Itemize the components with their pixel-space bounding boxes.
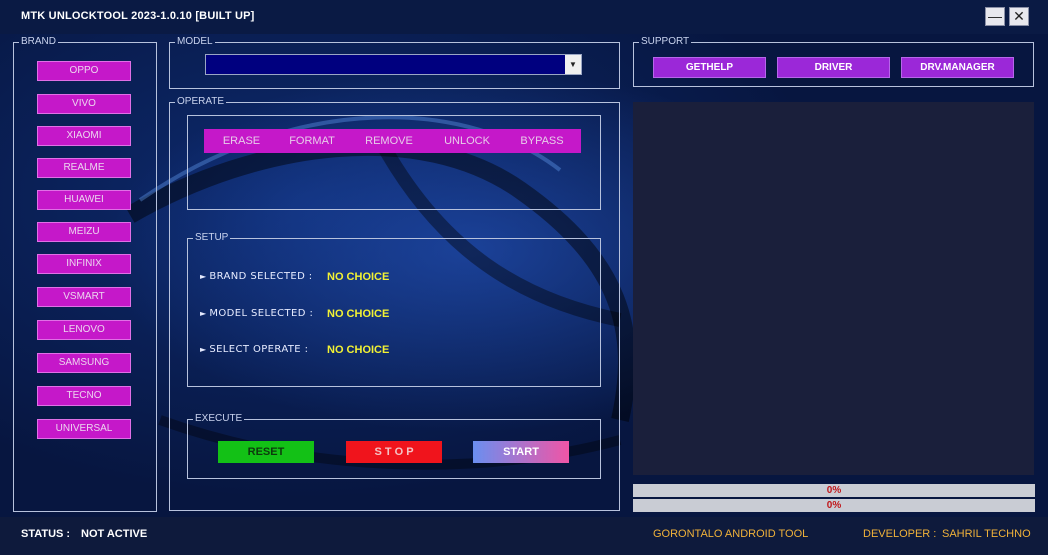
- model-legend: MODEL: [177, 36, 213, 47]
- brand-button-tecno[interactable]: TECNO: [37, 386, 131, 406]
- driver-button[interactable]: DRIVER: [777, 57, 890, 78]
- setup-value: NO CHOICE: [327, 344, 390, 356]
- brand-button-vivo[interactable]: VIVO: [37, 94, 131, 114]
- chevron-down-icon[interactable]: ▼: [565, 55, 581, 74]
- setup-row-model: ► MODEL SELECTED : NO CHOICE: [200, 308, 389, 320]
- brand-button-xiaomi[interactable]: XIAOMI: [37, 126, 131, 146]
- status-value: NOT ACTIVE: [81, 528, 148, 540]
- brand-button-lenovo[interactable]: LENOVO: [37, 320, 131, 340]
- developer-name: SAHRIL TECHNO: [942, 528, 1031, 540]
- setup-label: BRAND SELECTED :: [209, 271, 313, 282]
- setup-label: MODEL SELECTED :: [209, 308, 314, 319]
- progress-bar-secondary: 0%: [633, 499, 1035, 512]
- brand-button-infinix[interactable]: INFINIX: [37, 254, 131, 274]
- triangle-right-icon: ►: [200, 272, 207, 281]
- setup-value: NO CHOICE: [327, 271, 390, 283]
- minimize-button[interactable]: —: [985, 7, 1005, 26]
- title-bar: MTK UNLOCKTOOL 2023-1.0.10 [BUILT UP] — …: [0, 0, 1048, 34]
- brand-button-oppo[interactable]: OPPO: [37, 61, 131, 81]
- reset-button[interactable]: RESET: [218, 441, 314, 463]
- gethelp-button[interactable]: GETHELP: [653, 57, 766, 78]
- remove-button[interactable]: REMOVE: [358, 129, 420, 153]
- setup-legend: SETUP: [195, 232, 229, 243]
- status-label: STATUS :: [21, 528, 71, 540]
- brand-button-vsmart[interactable]: VSMART: [37, 287, 131, 307]
- brand-button-huawei[interactable]: HUAWEI: [37, 190, 131, 210]
- support-legend: SUPPORT: [641, 36, 690, 47]
- start-button[interactable]: START: [473, 441, 569, 463]
- driver-manager-button[interactable]: DRV.MANAGER: [901, 57, 1014, 78]
- model-dropdown[interactable]: ▼: [205, 54, 582, 75]
- unlock-button[interactable]: UNLOCK: [436, 129, 498, 153]
- operate-legend: OPERATE: [177, 96, 225, 107]
- setup-label: SELECT OPERATE :: [209, 344, 309, 355]
- log-console[interactable]: [633, 102, 1034, 475]
- developer-label: DEVELOPER :: [863, 528, 937, 540]
- close-button[interactable]: ✕: [1009, 7, 1029, 26]
- progress-bar-primary: 0%: [633, 484, 1035, 497]
- setup-row-brand: ► BRAND SELECTED : NO CHOICE: [200, 271, 389, 283]
- triangle-right-icon: ►: [200, 345, 207, 354]
- setup-row-operate: ► SELECT OPERATE : NO CHOICE: [200, 344, 389, 356]
- tool-name-label: GORONTALO ANDROID TOOL: [653, 528, 809, 540]
- triangle-right-icon: ►: [200, 309, 207, 318]
- window-title: MTK UNLOCKTOOL 2023-1.0.10 [BUILT UP]: [21, 10, 255, 22]
- format-button[interactable]: FORMAT: [282, 129, 342, 153]
- brand-button-samsung[interactable]: SAMSUNG: [37, 353, 131, 373]
- brand-legend: BRAND: [21, 36, 57, 47]
- brand-button-realme[interactable]: REALME: [37, 158, 131, 178]
- setup-value: NO CHOICE: [327, 308, 390, 320]
- brand-button-universal[interactable]: UNIVERSAL: [37, 419, 131, 439]
- stop-button[interactable]: S T O P: [346, 441, 442, 463]
- operate-toolbar: ERASE FORMAT REMOVE UNLOCK BYPASS: [204, 129, 581, 153]
- brand-button-meizu[interactable]: MEIZU: [37, 222, 131, 242]
- bypass-button[interactable]: BYPASS: [513, 129, 571, 153]
- execute-legend: EXECUTE: [195, 413, 243, 424]
- erase-button[interactable]: ERASE: [214, 129, 269, 153]
